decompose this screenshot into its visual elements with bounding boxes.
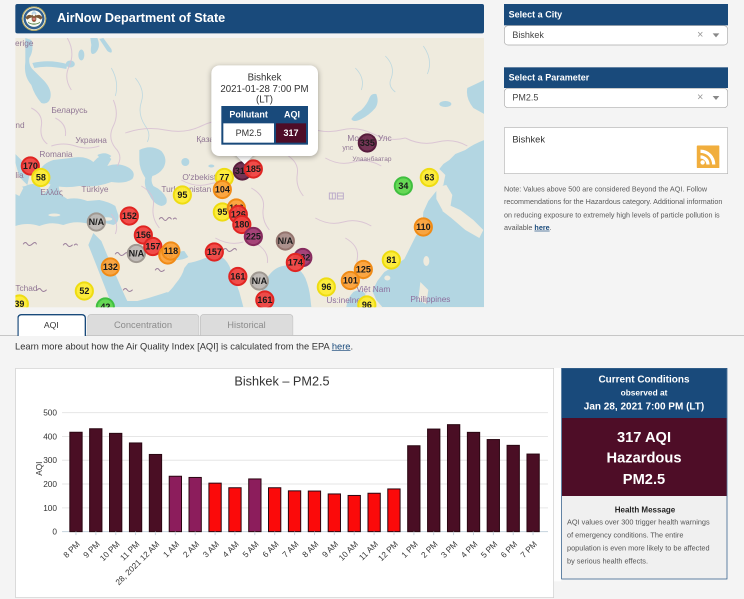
svg-text:N/A: N/A <box>251 276 267 286</box>
svg-text:157: 157 <box>206 247 221 257</box>
svg-text:132: 132 <box>102 262 117 272</box>
svg-text:Romania: Romania <box>39 149 73 159</box>
svg-text:174: 174 <box>287 258 302 268</box>
svg-text:95: 95 <box>217 207 227 217</box>
svg-text:Tchad: Tchad <box>15 283 38 293</box>
svg-text:100: 100 <box>43 503 57 513</box>
svg-text:104: 104 <box>214 185 229 195</box>
svg-text:Беларусь: Беларусь <box>51 105 87 115</box>
svg-text:4 PM: 4 PM <box>458 539 479 560</box>
svg-text:81: 81 <box>386 255 396 265</box>
svg-text:125: 125 <box>355 265 370 275</box>
svg-text:7 AM: 7 AM <box>280 539 300 559</box>
svg-text:95: 95 <box>177 190 187 200</box>
svg-text:Türkiye: Türkiye <box>81 184 109 194</box>
svg-text:10 PM: 10 PM <box>97 539 121 563</box>
svg-text:N/A: N/A <box>88 217 104 227</box>
svg-text:nd: nd <box>15 120 25 130</box>
svg-text:400: 400 <box>43 431 57 441</box>
svg-text:161: 161 <box>230 272 245 282</box>
svg-text:110: 110 <box>416 222 431 232</box>
svg-text:42: 42 <box>100 302 110 307</box>
svg-text:12 PM: 12 PM <box>376 539 400 563</box>
svg-text:Украина: Украина <box>75 135 107 145</box>
svg-text:500: 500 <box>43 408 57 418</box>
svg-text:6 PM: 6 PM <box>498 539 519 560</box>
svg-text:6 AM: 6 AM <box>260 539 280 559</box>
svg-text:2 PM: 2 PM <box>419 539 440 560</box>
svg-text:Bishkek – PM2.5: Bishkek – PM2.5 <box>234 375 329 389</box>
svg-text:Sverige: Sverige <box>15 38 34 48</box>
svg-text:34: 34 <box>398 181 408 191</box>
svg-text:Việt Nam: Việt Nam <box>356 284 390 294</box>
svg-text:N/A: N/A <box>128 249 144 259</box>
svg-text:2 AM: 2 AM <box>180 539 200 559</box>
svg-text:10 AM: 10 AM <box>336 539 360 563</box>
svg-text:8 PM: 8 PM <box>61 539 82 560</box>
svg-text:185: 185 <box>245 164 260 174</box>
svg-text:52: 52 <box>79 286 89 296</box>
svg-text:Philippines: Philippines <box>410 294 450 304</box>
svg-text:96: 96 <box>361 300 371 307</box>
svg-text:1 PM: 1 PM <box>399 539 420 560</box>
svg-text:157: 157 <box>145 242 160 252</box>
svg-text:63: 63 <box>424 173 434 183</box>
svg-text:180: 180 <box>234 220 249 230</box>
svg-text:Ελλάς: Ελλάς <box>40 187 63 197</box>
svg-text:58: 58 <box>35 173 45 183</box>
svg-text:3 PM: 3 PM <box>438 539 459 560</box>
svg-text:39: 39 <box>15 299 24 307</box>
svg-text:4 AM: 4 AM <box>220 539 240 559</box>
svg-text:AQI: AQI <box>34 462 44 476</box>
svg-text:335: 335 <box>359 138 374 148</box>
svg-text:8 AM: 8 AM <box>300 539 320 559</box>
svg-text:7 PM: 7 PM <box>518 539 539 560</box>
svg-text:118: 118 <box>163 246 178 256</box>
svg-text:152: 152 <box>121 211 136 221</box>
svg-text:5 AM: 5 AM <box>240 539 260 559</box>
svg-text:300: 300 <box>43 455 57 465</box>
svg-text:101: 101 <box>342 276 357 286</box>
svg-text:5 PM: 5 PM <box>478 539 499 560</box>
svg-text:0: 0 <box>52 527 57 537</box>
svg-text:3 AM: 3 AM <box>200 539 220 559</box>
svg-text:96: 96 <box>321 282 331 292</box>
svg-text:161: 161 <box>257 295 272 305</box>
svg-text:N/A: N/A <box>277 236 293 246</box>
svg-text:Us:inelne: Us:inelne <box>326 295 361 305</box>
svg-text:Улаанбаатар: Улаанбаатар <box>352 155 391 163</box>
svg-text:ync: ync <box>342 145 353 152</box>
svg-text:1 AM: 1 AM <box>160 539 180 559</box>
svg-text:11 AM: 11 AM <box>356 539 379 562</box>
svg-text:225: 225 <box>245 232 260 242</box>
svg-text:200: 200 <box>43 479 57 489</box>
